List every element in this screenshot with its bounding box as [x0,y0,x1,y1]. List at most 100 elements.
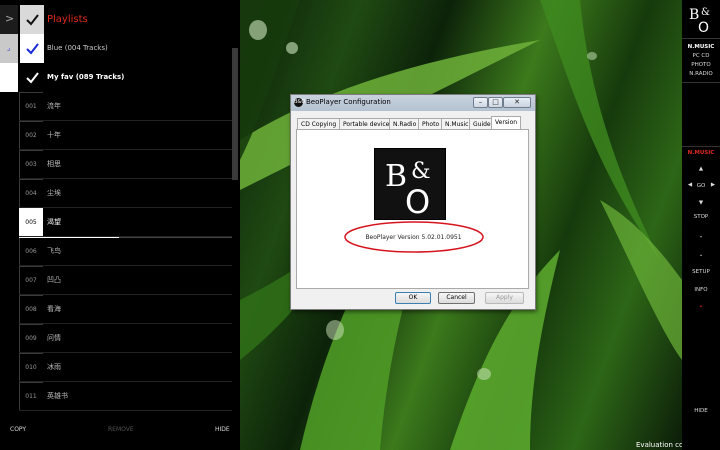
bo-app-icon: B&O [294,98,306,107]
playlist-checkbox[interactable] [20,63,44,92]
copy-button[interactable]: COPY [10,426,26,433]
control-strip: B & O N.MUSIC PC CD PHOTO N.RADIO N.MUSI… [682,0,720,450]
close-button[interactable]: ✕ [503,97,531,108]
chevron-down-icon[interactable]: ⌄ [682,252,720,258]
dialog-title: BeoPlayer Configuration [306,98,391,106]
track-row[interactable]: 003 相思 [0,150,232,179]
checkmark-icon [26,43,39,55]
playlist-label: Blue (004 Tracks) [47,44,108,52]
version-tab-page: B & O BeoPlayer Version 5.02.01.0951 [296,129,529,289]
track-row[interactable]: 011 英雄书 [0,382,232,411]
playlist-bottom-bar: COPY REMOVE HIDE [0,420,240,442]
track-number: 008 [25,306,37,313]
playlist-item[interactable]: ⌟ Blue (004 Tracks) [0,34,232,63]
track-title: 冰雨 [47,363,61,371]
track-title: 英雄书 [47,392,68,400]
track-number: 004 [25,190,37,197]
track-number: 001 [25,103,37,110]
track-number: 011 [25,393,37,400]
stop-button[interactable]: STOP [682,214,720,220]
apply-button[interactable]: Apply [485,292,524,304]
bo-brand-logo: B & O [689,7,710,33]
playlist-scrollbar[interactable] [232,48,238,180]
playlist-expand-toggle[interactable]: ⌟ [0,34,18,63]
setup-button[interactable]: SETUP [682,269,720,275]
logo-amp-glyph: & [701,7,710,18]
up-arrow-icon[interactable]: ▲ [682,166,720,172]
down-arrow-icon[interactable]: ▼ [682,200,720,206]
folder-corner-icon: ⌟ [7,44,11,52]
track-title: 流年 [47,102,61,110]
ok-button[interactable]: OK [395,292,431,304]
playlist-expand-toggle[interactable] [0,63,18,92]
track-title: 尘埃 [47,189,61,197]
track-title: 看海 [47,305,61,313]
track-title: 十年 [47,131,61,139]
bo-logo-icon: B & O [385,159,431,221]
logo-amp-glyph: & [411,159,431,184]
hide-panel-button[interactable]: HIDE [215,426,230,433]
logo-o-glyph: O [698,20,709,33]
track-number: 009 [25,335,37,342]
playlist-checkbox[interactable] [20,34,44,63]
right-arrow-icon[interactable]: ▶ [709,182,717,188]
version-label: BeoPlayer Version 5.02.01.0951 [365,234,462,241]
playlist-item[interactable]: My fav (089 Tracks) [0,63,232,92]
chevron-up-icon[interactable]: ⌃ [682,236,720,242]
info-button[interactable]: INFO [682,287,720,293]
hide-strip-button[interactable]: HIDE [682,408,720,414]
track-title: 渴望 [47,218,61,226]
track-title: 飞鸟 [47,247,61,255]
active-source-label: N.MUSIC [687,150,715,156]
track-title: 相思 [47,160,61,168]
checkmark-icon [26,72,39,84]
chevron-right-icon: > [5,12,15,25]
checkmark-icon [26,14,39,26]
playback-progress-bar[interactable] [19,237,232,238]
playlist-label: My fav (089 Tracks) [47,73,125,81]
row-divider [19,410,232,411]
track-number: 002 [25,132,37,139]
evaluation-watermark: Evaluation copy [636,441,682,449]
track-row[interactable]: 002 十年 [0,121,232,150]
maximize-button[interactable]: □ [488,97,503,108]
logo-o-glyph: O [405,183,430,221]
track-number: 006 [25,248,37,255]
track-row[interactable]: 001 流年 [0,92,232,121]
select-all-checkbox[interactable] [20,5,44,34]
beoplayer-configuration-dialog: B&O BeoPlayer Configuration – □ ✕ CD Cop… [290,94,536,310]
source-nmusic[interactable]: N.MUSIC [682,44,720,50]
track-number: 005 [25,219,37,226]
source-pc-cd[interactable]: PC CD [682,53,720,59]
tab-version[interactable]: Version [491,116,522,130]
divider [682,146,720,147]
bang-olufsen-logo: B & O [374,148,446,221]
track-number: 003 [25,161,37,168]
track-row[interactable]: 004 尘埃 [0,179,232,208]
playback-progress-fill [19,237,119,238]
track-title: 问情 [47,334,61,342]
record-dot-icon[interactable]: • [682,304,720,310]
track-row[interactable]: 008 看海 [0,295,232,324]
playlist-panel: > Playlists ⌟ Blue (004 Tracks) My fav (… [0,0,240,450]
source-photo[interactable]: PHOTO [682,62,720,68]
track-row[interactable]: 009 问情 [0,324,232,353]
minimize-button[interactable]: – [473,97,488,108]
remove-button[interactable]: REMOVE [108,426,134,433]
dialog-titlebar[interactable]: B&O BeoPlayer Configuration – □ ✕ [291,95,535,111]
logo-b-glyph: B [385,159,407,194]
track-number: 010 [25,364,37,371]
track-title: 凹凸 [47,276,61,284]
collapse-expander[interactable]: > [0,5,18,34]
divider [682,82,720,83]
desktop-wallpaper: B&O BeoPlayer Configuration – □ ✕ CD Cop… [240,0,682,450]
cancel-button[interactable]: Cancel [438,292,475,304]
track-row[interactable]: 005 渴望 [0,208,232,237]
source-nradio[interactable]: N.RADIO [682,71,720,77]
track-row[interactable]: 007 凹凸 [0,266,232,295]
track-row[interactable]: 006 飞鸟 [0,237,232,266]
track-row[interactable]: 010 冰雨 [0,353,232,382]
divider [682,38,720,39]
playlists-header[interactable]: > Playlists [0,5,232,34]
panel-title: Playlists [47,14,88,25]
